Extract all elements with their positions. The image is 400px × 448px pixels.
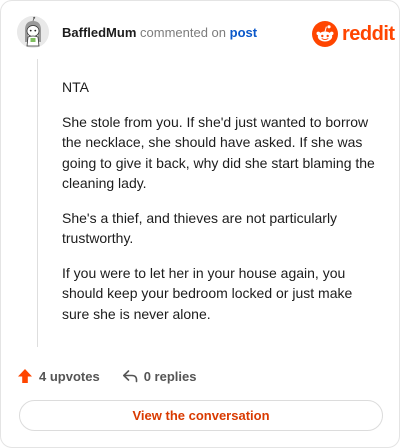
comment-paragraph: NTA xyxy=(62,79,89,95)
thread-line xyxy=(37,59,38,347)
reddit-wordmark: reddit xyxy=(342,23,395,45)
snoo-avatar-icon xyxy=(17,16,49,48)
upvote-button[interactable]: 4 upvotes xyxy=(17,368,100,384)
action-text: commented on xyxy=(140,25,227,40)
comment-meta: BaffledMum commented on post xyxy=(62,25,257,41)
avatar[interactable] xyxy=(17,16,49,48)
reply-icon xyxy=(122,370,137,383)
embedded-comment-card: BaffledMum commented on post reddit NTA … xyxy=(0,0,400,448)
reddit-logo-icon xyxy=(312,21,338,47)
post-link[interactable]: post xyxy=(230,25,257,40)
comment-footer: 4 upvotes 0 replies xyxy=(17,365,196,387)
upvote-arrow-icon xyxy=(18,369,32,383)
replies-button[interactable]: 0 replies xyxy=(122,368,197,384)
upvote-count: 4 upvotes xyxy=(39,368,100,384)
comment-paragraph: If you were to let her in your house aga… xyxy=(62,264,353,322)
username-link[interactable]: BaffledMum xyxy=(62,25,136,40)
comment-body: NTA She stole from you. If she'd just wa… xyxy=(62,77,382,338)
view-conversation-button[interactable]: View the conversation xyxy=(19,400,383,431)
comment-paragraph: She's a thief, and thieves are not parti… xyxy=(62,209,338,247)
comment-paragraph: She stole from you. If she'd just wanted… xyxy=(62,113,375,192)
reply-count: 0 replies xyxy=(143,368,197,384)
reddit-brand[interactable]: reddit xyxy=(312,21,395,47)
